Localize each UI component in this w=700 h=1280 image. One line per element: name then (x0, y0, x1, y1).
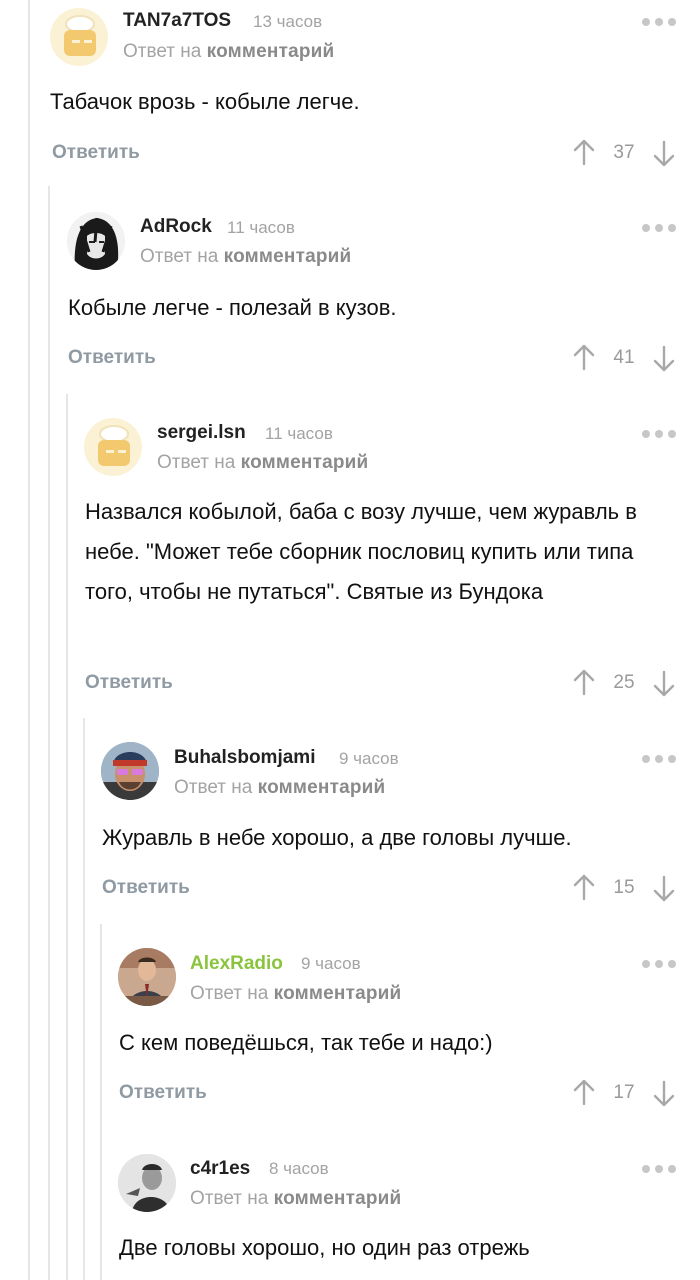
parent-comment-link[interactable]: комментарий (274, 983, 402, 1004)
comment-time: 8 часов (269, 1159, 329, 1178)
reply-button[interactable]: Ответить (102, 877, 190, 899)
more-options-icon[interactable] (642, 960, 676, 968)
vote-score: 37 (613, 142, 635, 163)
parent-comment-link[interactable]: комментарий (241, 452, 369, 473)
reply-button[interactable]: Ответить (52, 142, 140, 164)
avatar[interactable] (118, 948, 176, 1006)
vote-score: 17 (613, 1082, 635, 1103)
upvote-arrow-icon[interactable] (572, 1078, 596, 1106)
comment-text: Две головы хорошо, но один раз отрежь (119, 1235, 530, 1260)
man-in-beanie-icon (101, 742, 159, 800)
avatar[interactable] (101, 742, 159, 800)
upvote-arrow-icon[interactable] (572, 668, 596, 696)
thread-line (28, 0, 30, 1280)
comment-time: 13 часов (253, 12, 323, 31)
comment-text: С кем поведёшься, так тебе и надо:) (119, 1030, 493, 1055)
thread-line (100, 924, 102, 1280)
comment-text: Назвался кобылой, баба с возу лучше, чем… (85, 499, 637, 604)
upvote-arrow-icon[interactable] (572, 138, 596, 166)
more-options-icon[interactable] (642, 1165, 676, 1173)
comment-time: 9 часов (301, 954, 361, 973)
reply-button[interactable]: Ответить (119, 1082, 207, 1104)
username[interactable]: AlexRadio (190, 953, 283, 975)
comment-text: Журавль в небе хорошо, а две головы лучш… (102, 825, 572, 850)
parent-comment-link[interactable]: комментарий (224, 246, 352, 267)
anime-portrait-icon (67, 212, 125, 270)
username[interactable]: c4r1es (190, 1158, 250, 1180)
vote-score: 41 (613, 347, 635, 368)
downvote-arrow-icon[interactable] (652, 1080, 676, 1108)
more-options-icon[interactable] (642, 18, 676, 26)
comment-text: Кобыле легче - полезай в кузов. (68, 295, 397, 320)
avatar[interactable] (50, 8, 108, 66)
comment-time: 11 часов (265, 424, 333, 443)
reply-button[interactable]: Ответить (68, 347, 156, 369)
reply-to-line: Ответ на комментарий (140, 246, 352, 267)
parent-comment-link[interactable]: комментарий (258, 777, 386, 798)
avatar[interactable] (67, 212, 125, 270)
downvote-arrow-icon[interactable] (652, 140, 676, 168)
thread-line (48, 186, 50, 1280)
upvote-arrow-icon[interactable] (572, 343, 596, 371)
cooking-pot-icon (64, 15, 96, 56)
reply-button[interactable]: Ответить (85, 672, 173, 694)
more-options-icon[interactable] (642, 224, 676, 232)
comment-time: 11 часов (227, 218, 295, 237)
thread-line (83, 718, 85, 1280)
reply-to-line: Ответ на комментарий (123, 41, 335, 62)
username[interactable]: AdRock (140, 216, 212, 238)
username[interactable]: sergei.lsn (157, 422, 246, 444)
comment-time: 9 часов (339, 749, 399, 768)
avatar[interactable] (84, 418, 142, 476)
reply-to-line: Ответ на комментарий (157, 452, 369, 473)
parent-comment-link[interactable]: комментарий (274, 1188, 402, 1209)
more-options-icon[interactable] (642, 430, 676, 438)
downvote-arrow-icon[interactable] (652, 875, 676, 903)
upvote-arrow-icon[interactable] (572, 873, 596, 901)
parent-comment-link[interactable]: комментарий (207, 41, 335, 62)
reply-to-line: Ответ на комментарий (174, 777, 386, 798)
cooking-pot-icon (98, 425, 130, 466)
username[interactable]: Buhalsbomjami (174, 747, 315, 769)
downvote-arrow-icon[interactable] (652, 345, 676, 373)
more-options-icon[interactable] (642, 755, 676, 763)
avatar[interactable] (118, 1154, 176, 1212)
bw-portrait-icon (118, 1154, 176, 1212)
reply-to-line: Ответ на комментарий (190, 983, 402, 1004)
man-in-suit-icon (118, 948, 176, 1006)
downvote-arrow-icon[interactable] (652, 670, 676, 698)
username[interactable]: TAN7a7TOS (123, 10, 231, 32)
vote-score: 25 (613, 672, 635, 693)
reply-to-line: Ответ на комментарий (190, 1188, 402, 1209)
vote-score: 15 (613, 877, 635, 898)
thread-line (66, 394, 68, 1280)
comment-text: Табачок врозь - кобыле легче. (50, 89, 360, 114)
